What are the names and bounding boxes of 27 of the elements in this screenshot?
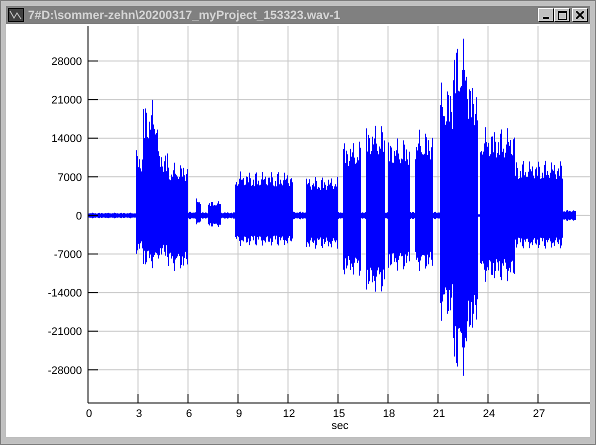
x-tick-label: 3 <box>136 408 142 420</box>
y-tick-label: 21000 <box>51 94 82 107</box>
x-tick-label: 21 <box>432 408 446 420</box>
y-tick-label: 7000 <box>58 172 82 184</box>
y-tick-label: -21000 <box>48 326 82 338</box>
x-tick-label: 0 <box>86 408 92 420</box>
y-tick-label: -14000 <box>48 288 82 300</box>
x-tick-label: 18 <box>382 408 396 420</box>
x-tick-label: 6 <box>186 408 192 420</box>
y-tick-label: 28000 <box>51 56 82 68</box>
x-tick-label: 12 <box>282 408 296 420</box>
x-tick-label: 15 <box>332 408 346 420</box>
minimize-button[interactable] <box>538 8 554 22</box>
x-tick-label: 9 <box>236 408 242 420</box>
x-tick-label: 24 <box>482 408 496 420</box>
x-tick-label: 27 <box>532 408 546 420</box>
y-tick-label: -7000 <box>54 249 82 261</box>
y-tick-label: 14000 <box>51 133 82 146</box>
maximize-button[interactable] <box>554 8 570 22</box>
close-icon <box>576 11 584 19</box>
maximize-icon <box>558 10 566 20</box>
x-axis-label: sec <box>331 420 349 432</box>
close-button[interactable] <box>572 8 588 22</box>
y-tick-label: 0 <box>76 210 82 222</box>
window-title: 7#D:\sommer-zehn\20200317_myProject_153323.wav-1 <box>28 8 342 22</box>
wave-icon <box>8 8 24 22</box>
y-tick-label: -28000 <box>48 364 82 377</box>
